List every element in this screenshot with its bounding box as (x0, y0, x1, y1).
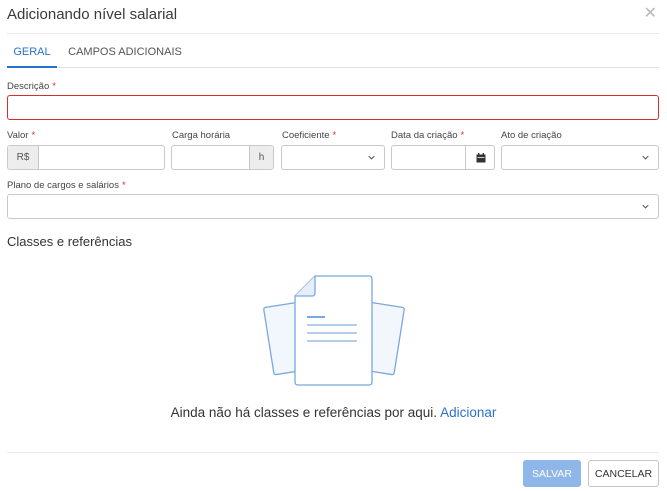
currency-prefix: R$ (8, 146, 39, 169)
footer-divider (7, 452, 659, 453)
carga-horaria-label: Carga horária (172, 130, 230, 141)
required-mark: * (332, 130, 337, 141)
section-title: Classes e referências (7, 234, 132, 249)
hours-suffix: h (249, 146, 273, 169)
required-mark: * (52, 81, 56, 92)
modal-title: Adicionando nível salarial (7, 6, 178, 23)
valor-input[interactable]: R$ (7, 145, 165, 170)
ato-criacao-label-text: Ato de criação (501, 130, 562, 141)
tab-bar: GERAL CAMPOS ADICIONAIS (7, 34, 659, 68)
descricao-label: Descrição * (7, 81, 56, 92)
tab-geral[interactable]: GERAL (7, 34, 57, 68)
valor-label-text: Valor (7, 130, 29, 141)
plano-select[interactable] (7, 194, 659, 219)
carga-horaria-label-text: Carga horária (172, 130, 231, 141)
carga-horaria-input[interactable]: h (171, 145, 274, 170)
ato-criacao-select[interactable] (501, 145, 659, 170)
coeficiente-label: Coeficiente * (282, 130, 336, 141)
add-link[interactable]: Adicionar (440, 405, 496, 420)
plano-label: Plano de cargos e salários * (7, 180, 126, 191)
chevron-down-icon (642, 155, 649, 160)
close-icon[interactable]: ✕ (644, 5, 657, 23)
coeficiente-select[interactable] (281, 145, 385, 170)
calendar-button[interactable] (465, 146, 494, 169)
required-mark: * (460, 130, 465, 141)
ato-criacao-label: Ato de criação (501, 130, 562, 141)
empty-documents-illustration (263, 275, 405, 386)
valor-label: Valor * (7, 130, 35, 141)
data-criacao-label: Data da criação * (391, 130, 464, 141)
chevron-down-icon (368, 155, 375, 160)
required-mark: * (31, 130, 36, 141)
cancel-button[interactable]: CANCELAR (588, 460, 659, 487)
empty-state-text: Ainda não há classes e referências por a… (170, 405, 438, 420)
save-button[interactable]: SALVAR (523, 460, 581, 487)
required-mark: * (121, 180, 126, 191)
data-criacao-input[interactable] (391, 145, 495, 170)
tab-campos-adicionais[interactable]: CAMPOS ADICIONAIS (65, 34, 185, 68)
chevron-down-icon (642, 204, 649, 209)
descricao-input[interactable] (7, 95, 659, 120)
data-criacao-label-text: Data da criação (391, 130, 458, 141)
calendar-icon (476, 153, 486, 163)
empty-state-message: Ainda não há classes e referências por a… (0, 405, 667, 420)
coeficiente-label-text: Coeficiente (282, 130, 330, 141)
descricao-label-text: Descrição (7, 81, 50, 92)
plano-label-text: Plano de cargos e salários (7, 180, 119, 191)
